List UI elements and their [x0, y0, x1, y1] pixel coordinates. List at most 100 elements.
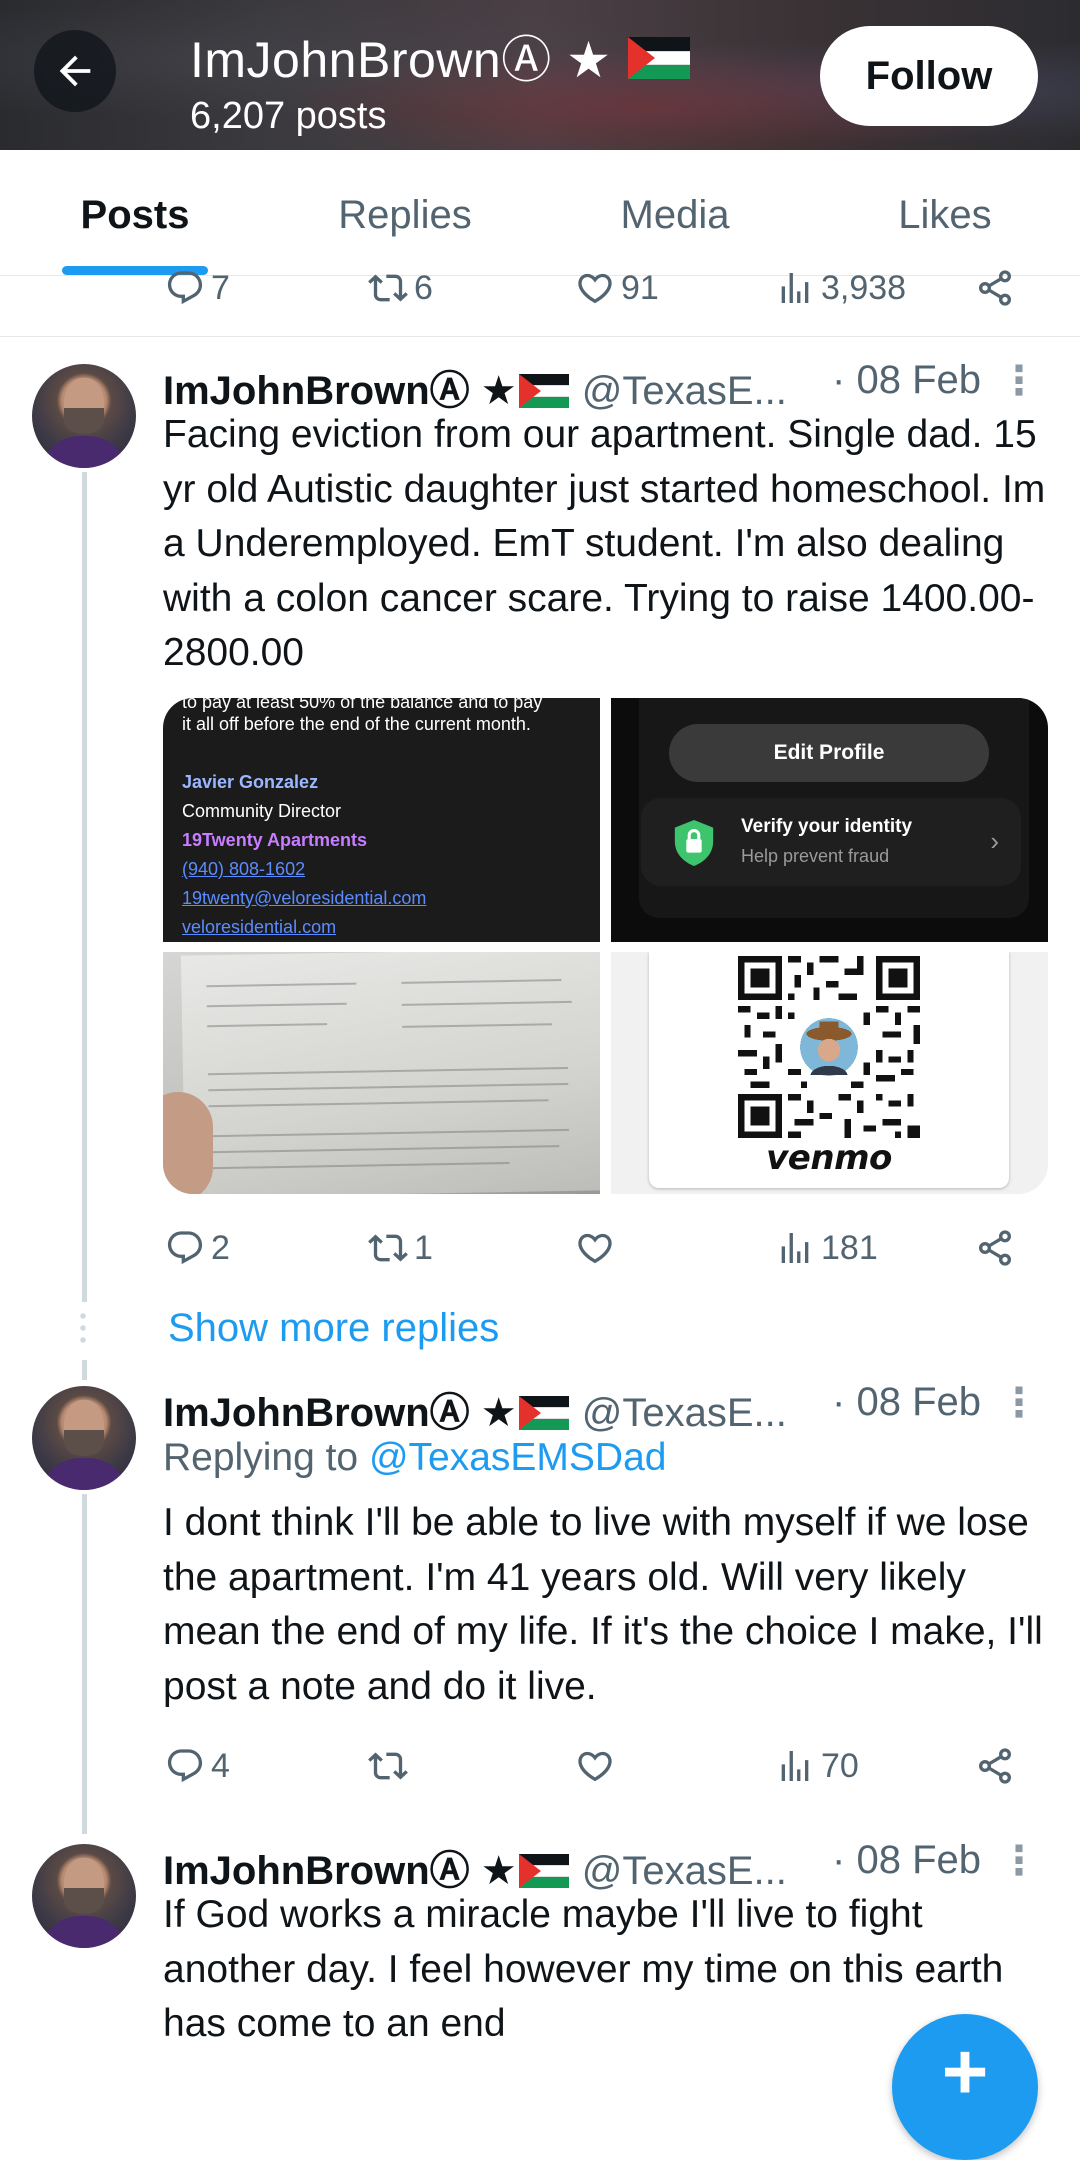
tweet-divider [0, 336, 1080, 337]
back-button[interactable] [34, 30, 116, 112]
like-count: 91 [621, 268, 659, 307]
replying-to-mention[interactable]: @TexasEMSDad [369, 1436, 667, 1479]
reply-button[interactable]: 2 [165, 1218, 230, 1278]
palestine-flag-icon [518, 1396, 569, 1430]
views-icon [781, 1233, 809, 1263]
palestine-flag-icon [627, 37, 690, 79]
tweet-date[interactable]: · 08 Feb [832, 358, 981, 403]
tweet-media-grid: to pay at least 50% of the balance and t… [163, 698, 1048, 1194]
share-icon [979, 1230, 1011, 1266]
letter-site: veloresidential.com [182, 917, 337, 937]
chevron-right-icon: › [990, 826, 999, 856]
media-venmo-qr[interactable]: venmo [611, 952, 1048, 1194]
thread-line [82, 472, 87, 1302]
avatar[interactable] [32, 364, 136, 468]
like-icon [578, 273, 612, 304]
edit-profile-button: Edit Profile [669, 724, 989, 782]
more-icon[interactable]: ⋮ [999, 1380, 1039, 1426]
like-button[interactable] [575, 1736, 621, 1796]
tweet-header: ImJohnBrownⒶ ★ @TexasE... · 08 Feb ⋮ [163, 1380, 1043, 1440]
repost-count: 6 [414, 268, 433, 307]
tab-label: Posts [80, 193, 190, 237]
profile-header: ImJohnBrownⒶ ★ 6,207 posts Follow [0, 0, 1080, 150]
like-button[interactable]: 91 [575, 258, 659, 318]
views-button[interactable]: 70 [775, 1736, 859, 1796]
reply-count: 4 [211, 1746, 230, 1785]
replying-to-prefix: Replying to [163, 1436, 369, 1479]
tweet-author-handle[interactable]: @TexasE... [582, 1849, 787, 1893]
venmo-card: venmo [649, 952, 1009, 1188]
thread-line [82, 1494, 87, 1834]
reply-icon [167, 1231, 203, 1265]
views-icon [781, 1751, 809, 1781]
share-button[interactable] [975, 1218, 1021, 1278]
palestine-flag-icon [518, 1854, 569, 1888]
previous-tweet-actions: 7 6 91 3,938 [160, 258, 1040, 318]
reply-button[interactable]: 4 [165, 1736, 230, 1796]
arrow-left-icon [59, 55, 91, 87]
more-icon[interactable]: ⋮ [999, 358, 1039, 404]
reply-icon [167, 1749, 203, 1783]
letter-line: to pay at least 50% of the balance and t… [182, 698, 543, 712]
reply-count: 7 [211, 268, 230, 307]
reply-count: 2 [211, 1228, 230, 1267]
letter-company: 19Twenty Apartments [182, 830, 368, 850]
show-more-replies-link[interactable]: Show more replies [168, 1306, 499, 1351]
shield-icon [674, 820, 714, 866]
media-letter-screenshot[interactable]: to pay at least 50% of the balance and t… [163, 698, 600, 942]
plus-icon: + [941, 2027, 989, 2116]
letter-email: 19twenty@veloresidential.com [182, 888, 427, 908]
tweet-author-name[interactable]: ImJohnBrownⒶ ★ [163, 1849, 517, 1893]
verify-title: Verify your identity [741, 816, 913, 837]
avatar[interactable] [32, 1386, 136, 1490]
header-name-text: ImJohnBrownⒶ ★ [190, 32, 612, 88]
views-icon [781, 273, 809, 303]
more-icon[interactable]: ⋮ [999, 1838, 1039, 1884]
tab-likes[interactable]: Likes [810, 150, 1080, 275]
views-count: 70 [821, 1746, 859, 1785]
letter-phone: (940) 808-1602 [182, 859, 306, 879]
tweet-author-handle[interactable]: @TexasE... [582, 369, 787, 413]
tweet-date[interactable]: · 08 Feb [832, 1838, 981, 1883]
letter-line: it all off before the end of the current… [182, 714, 531, 734]
repost-button[interactable] [368, 1736, 414, 1796]
share-button[interactable] [975, 258, 1021, 318]
compose-button[interactable]: + [892, 2014, 1038, 2160]
tab-replies[interactable]: Replies [270, 150, 540, 275]
avatar[interactable] [32, 1844, 136, 1948]
tweet-text: Facing eviction from our apartment. Sing… [163, 413, 1046, 674]
letter-role: Community Director [182, 801, 342, 821]
like-button[interactable] [575, 1218, 621, 1278]
views-button[interactable]: 181 [775, 1218, 878, 1278]
share-button[interactable] [975, 1736, 1021, 1796]
media-profile-screenshot[interactable]: Edit Profile Verify your identity Help p… [611, 698, 1048, 942]
tweet-actions: 2 1 181 [160, 1218, 1040, 1278]
tweet-actions: 4 70 [160, 1736, 1040, 1796]
like-icon [578, 1233, 612, 1264]
tweet-author-name[interactable]: ImJohnBrownⒶ ★ [163, 369, 517, 413]
header-profile-name: ImJohnBrownⒶ ★ [190, 20, 692, 92]
repost-button[interactable]: 1 [368, 1218, 433, 1278]
reply-button[interactable] [165, 2076, 211, 2102]
share-icon [979, 270, 1011, 306]
reply-button[interactable]: 7 [165, 258, 230, 318]
repost-button[interactable]: 6 [368, 258, 433, 318]
tweet-author-name[interactable]: ImJohnBrownⒶ ★ [163, 1391, 517, 1435]
venmo-logo: venmo [766, 1138, 892, 1178]
tab-posts[interactable]: Posts [0, 150, 270, 275]
tab-label: Likes [898, 193, 992, 237]
tweet-date[interactable]: · 08 Feb [832, 1380, 981, 1425]
tweet-author-handle[interactable]: @TexasE... [582, 1391, 787, 1435]
tab-label: Replies [338, 193, 472, 237]
tab-media[interactable]: Media [540, 150, 810, 275]
share-icon [979, 1748, 1011, 1784]
palestine-flag-icon [518, 374, 569, 408]
repost-count: 1 [414, 1228, 433, 1267]
hand-thumb [163, 1092, 213, 1194]
follow-button[interactable]: Follow [820, 26, 1038, 126]
reply-icon [167, 271, 203, 305]
media-eviction-notice-photo[interactable] [163, 952, 600, 1194]
eviction-notice-paper [180, 952, 600, 1194]
views-button[interactable]: 3,938 [775, 258, 906, 318]
views-count: 181 [821, 1228, 878, 1267]
